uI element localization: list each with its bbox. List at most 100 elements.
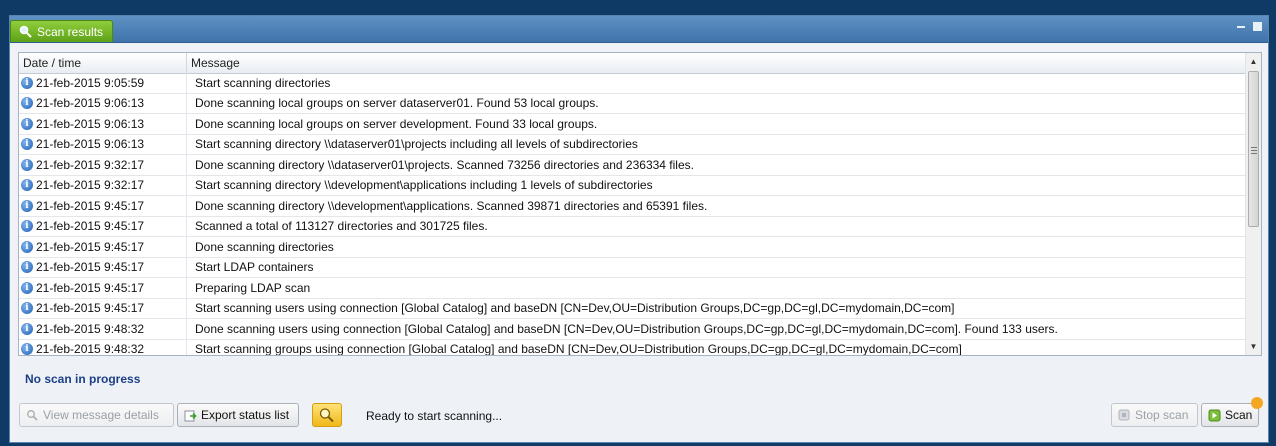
table-row[interactable]: i 21-feb-2015 9:45:17 Start scanning users… [19,298,1247,319]
table-row[interactable]: i 21-feb-2015 9:32:17 Start scanning direc… [19,175,1247,196]
vertical-scrollbar[interactable]: ▲ ▼ [1245,53,1261,355]
table-row[interactable]: i 21-feb-2015 9:06:13 Done scanning local … [19,114,1247,135]
row-date: 21-feb-2015 9:45:17 [36,198,145,213]
row-message: Scanned a total of 113127 directories an… [195,219,488,234]
row-date-cell: i 21-feb-2015 9:06:13 [19,114,187,134]
row-date-cell: i 21-feb-2015 9:48:32 [19,339,187,356]
table-row[interactable]: i 21-feb-2015 9:45:17 Done scanning direct… [19,237,1247,258]
info-icon: i [21,302,33,315]
row-message: Done scanning local groups on server dat… [195,96,599,111]
row-date-cell: i 21-feb-2015 9:45:17 [19,237,187,257]
info-icon: i [21,261,33,274]
grip-icon [1251,147,1257,156]
row-date-cell: i 21-feb-2015 9:45:17 [19,196,187,216]
scan-icon [1207,408,1221,422]
stop-scan-button[interactable]: Stop scan [1111,403,1198,427]
row-message: Start LDAP containers [195,260,314,275]
row-date: 21-feb-2015 9:05:59 [36,75,145,90]
row-message: Done scanning local groups on server dev… [195,116,598,131]
row-date: 21-feb-2015 9:48:32 [36,321,145,336]
panel-titlebar: Scan results [10,16,1268,43]
row-date-cell: i 21-feb-2015 9:45:17 [19,216,187,236]
magnifier-icon [17,24,33,40]
info-icon: i [21,76,33,89]
row-date: 21-feb-2015 9:45:17 [36,280,145,295]
grid-header: Date / time Message [19,53,1247,74]
column-header-date[interactable]: Date / time [19,53,187,73]
maximize-icon[interactable] [1253,22,1262,31]
row-date: 21-feb-2015 9:06:13 [36,116,145,131]
row-date-cell: i 21-feb-2015 9:32:17 [19,175,187,195]
tab-scan-results[interactable]: Scan results [10,20,113,42]
scan-results-grid[interactable]: Date / time Message i 21-feb-2015 9:05:59… [18,52,1262,356]
row-message: Done scanning directory \\development\ap… [195,198,708,213]
table-row[interactable]: i 21-feb-2015 9:45:17 Start LDAP container… [19,257,1247,278]
row-date-cell: i 21-feb-2015 9:45:17 [19,298,187,318]
scroll-down-icon[interactable]: ▼ [1246,338,1261,355]
minimize-icon[interactable] [1236,22,1245,31]
info-icon: i [21,158,33,171]
table-row[interactable]: i 21-feb-2015 9:45:17 Done scanning direct… [19,196,1247,217]
info-icon: i [21,240,33,253]
row-date-cell: i 21-feb-2015 9:06:13 [19,93,187,113]
row-date: 21-feb-2015 9:45:17 [36,219,145,234]
scroll-thumb[interactable] [1248,71,1259,227]
scan-button[interactable]: Scan [1201,397,1263,427]
stop-scan-label: Stop scan [1135,408,1189,422]
table-row[interactable]: i 21-feb-2015 9:06:13 Done scanning local … [19,93,1247,114]
info-icon: i [21,97,33,110]
row-message: Done scanning directory \\dataserver01\p… [195,157,694,172]
export-status-list-label: Export status list [201,408,290,422]
row-date: 21-feb-2015 9:45:17 [36,260,145,275]
scan-status-label: No scan in progress [25,372,141,386]
row-date: 21-feb-2015 9:45:17 [36,239,145,254]
table-row[interactable]: i 21-feb-2015 9:32:17 Done scanning direct… [19,155,1247,176]
table-row[interactable]: i 21-feb-2015 9:45:17 Scanned a total of 1… [19,216,1247,237]
export-status-list-button[interactable]: Export status list [177,403,299,427]
row-message: Start scanning directories [195,75,331,90]
row-date: 21-feb-2015 9:32:17 [36,157,145,172]
row-date: 21-feb-2015 9:48:32 [36,342,145,356]
row-date-cell: i 21-feb-2015 9:06:13 [19,134,187,154]
scan-results-panel: Scan results Date / time Message i 21-feb… [9,15,1269,443]
tab-label: Scan results [37,24,104,39]
scroll-up-icon[interactable]: ▲ [1246,53,1261,70]
row-message: Start scanning groups using connection [… [195,342,962,356]
row-message: Start scanning directory \\development\a… [195,178,653,193]
row-message: Done scanning users using connection [Gl… [195,321,1058,336]
column-header-message[interactable]: Message [187,53,1247,73]
row-date-cell: i 21-feb-2015 9:48:32 [19,319,187,339]
row-message: Start scanning directory \\dataserver01\… [195,137,638,152]
notification-dot-icon [1251,397,1263,409]
row-message: Preparing LDAP scan [195,280,311,295]
row-date: 21-feb-2015 9:06:13 [36,137,145,152]
info-icon: i [21,343,33,355]
export-icon [183,408,197,422]
scan-progress-search-icon [312,403,342,427]
view-message-details-label: View message details [43,408,159,422]
stop-scan-icon [1117,408,1131,422]
info-icon: i [21,117,33,130]
info-icon: i [21,322,33,335]
info-icon: i [21,138,33,151]
ready-status-text: Ready to start scanning... [366,409,503,423]
table-row[interactable]: i 21-feb-2015 9:06:13 Start scanning direc… [19,134,1247,155]
search-icon [25,408,39,422]
info-icon: i [21,281,33,294]
row-message: Done scanning directories [195,239,334,254]
row-date: 21-feb-2015 9:06:13 [36,96,145,111]
row-date-cell: i 21-feb-2015 9:32:17 [19,155,187,175]
table-row[interactable]: i 21-feb-2015 9:45:17 Preparing LDAP scan [19,278,1247,299]
window-controls [1236,22,1262,31]
row-date-cell: i 21-feb-2015 9:45:17 [19,278,187,298]
info-icon: i [21,199,33,212]
row-date: 21-feb-2015 9:32:17 [36,178,145,193]
table-row[interactable]: i 21-feb-2015 9:48:32 Done scanning users … [19,319,1247,340]
table-row[interactable]: i 21-feb-2015 9:48:32 Start scanning group… [19,339,1247,356]
row-date-cell: i 21-feb-2015 9:05:59 [19,73,187,93]
row-message: Start scanning users using connection [G… [195,301,955,316]
scan-label: Scan [1225,408,1253,422]
table-row[interactable]: i 21-feb-2015 9:05:59 Start scanning direc… [19,73,1247,94]
info-icon: i [21,179,33,192]
view-message-details-button[interactable]: View message details [19,403,174,427]
